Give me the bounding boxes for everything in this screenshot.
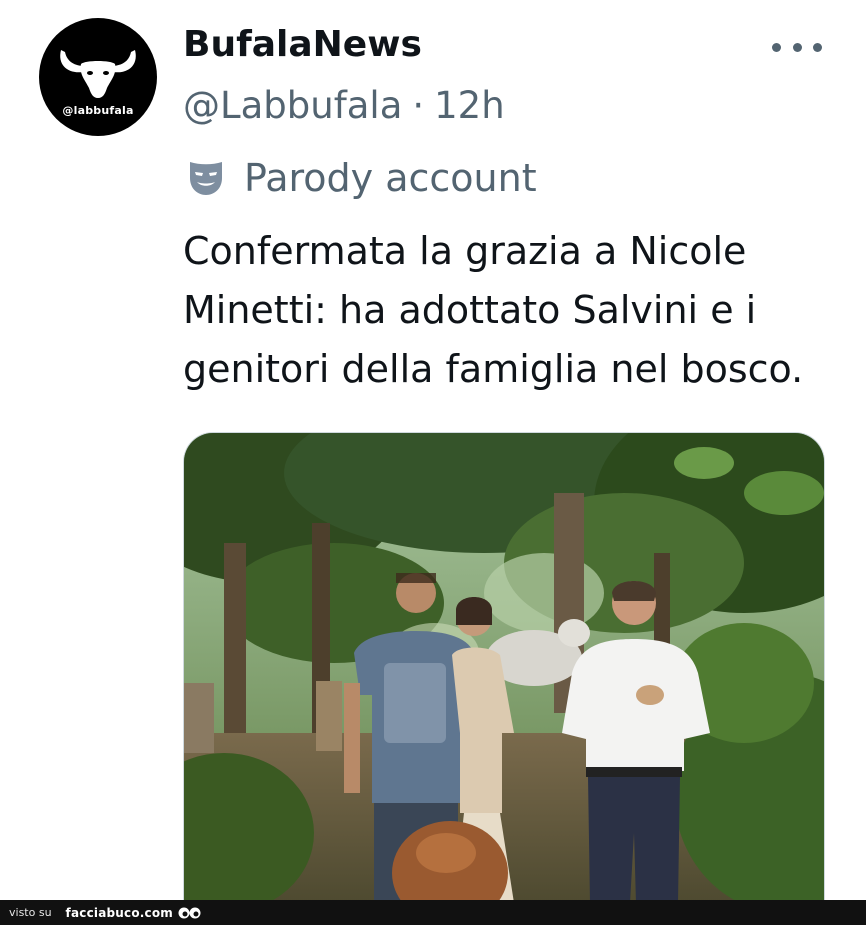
photo-forest-people	[184, 433, 824, 903]
handle-time-line: @Labbufala · 12h	[183, 84, 505, 127]
tweet-text-line: Minetti: ha adottato Salvini e i	[183, 288, 757, 332]
avatar-handle-text: @labbufala	[62, 104, 134, 117]
tweet-text-line: Confermata la grazia a Nicole	[183, 229, 747, 273]
eyes-icon	[178, 907, 201, 918]
parody-label-text: Parody account	[244, 156, 537, 200]
theater-mask-icon	[190, 162, 222, 195]
more-dots-icon	[792, 42, 802, 52]
tweet-photo[interactable]	[183, 432, 825, 903]
tweet-body: Confermata la grazia a Nicole Minetti: h…	[183, 222, 843, 399]
more-dots-icon	[772, 42, 781, 52]
parody-account-label: Parody account	[186, 154, 537, 202]
tweet-text-line: genitori della famiglia nel bosco.	[183, 347, 804, 391]
more-options-button[interactable]	[772, 30, 822, 64]
tweet-screenshot: @labbufala BufalaNews @Labbufala · 12h Par…	[0, 0, 866, 925]
more-dots-icon	[813, 42, 822, 52]
separator-dot: ·	[412, 84, 425, 127]
tweet-timestamp[interactable]: 12h	[434, 84, 505, 127]
author-display-name[interactable]: BufalaNews	[183, 24, 422, 65]
author-handle[interactable]: @Labbufala	[183, 84, 402, 127]
footer-site-name[interactable]: facciabuco.com	[66, 906, 173, 920]
footer-prefix: visto su	[9, 906, 52, 919]
watermark-footer: visto su facciabuco.com	[0, 900, 866, 925]
author-avatar[interactable]: @labbufala	[39, 18, 157, 136]
bull-skull-icon	[60, 50, 136, 98]
